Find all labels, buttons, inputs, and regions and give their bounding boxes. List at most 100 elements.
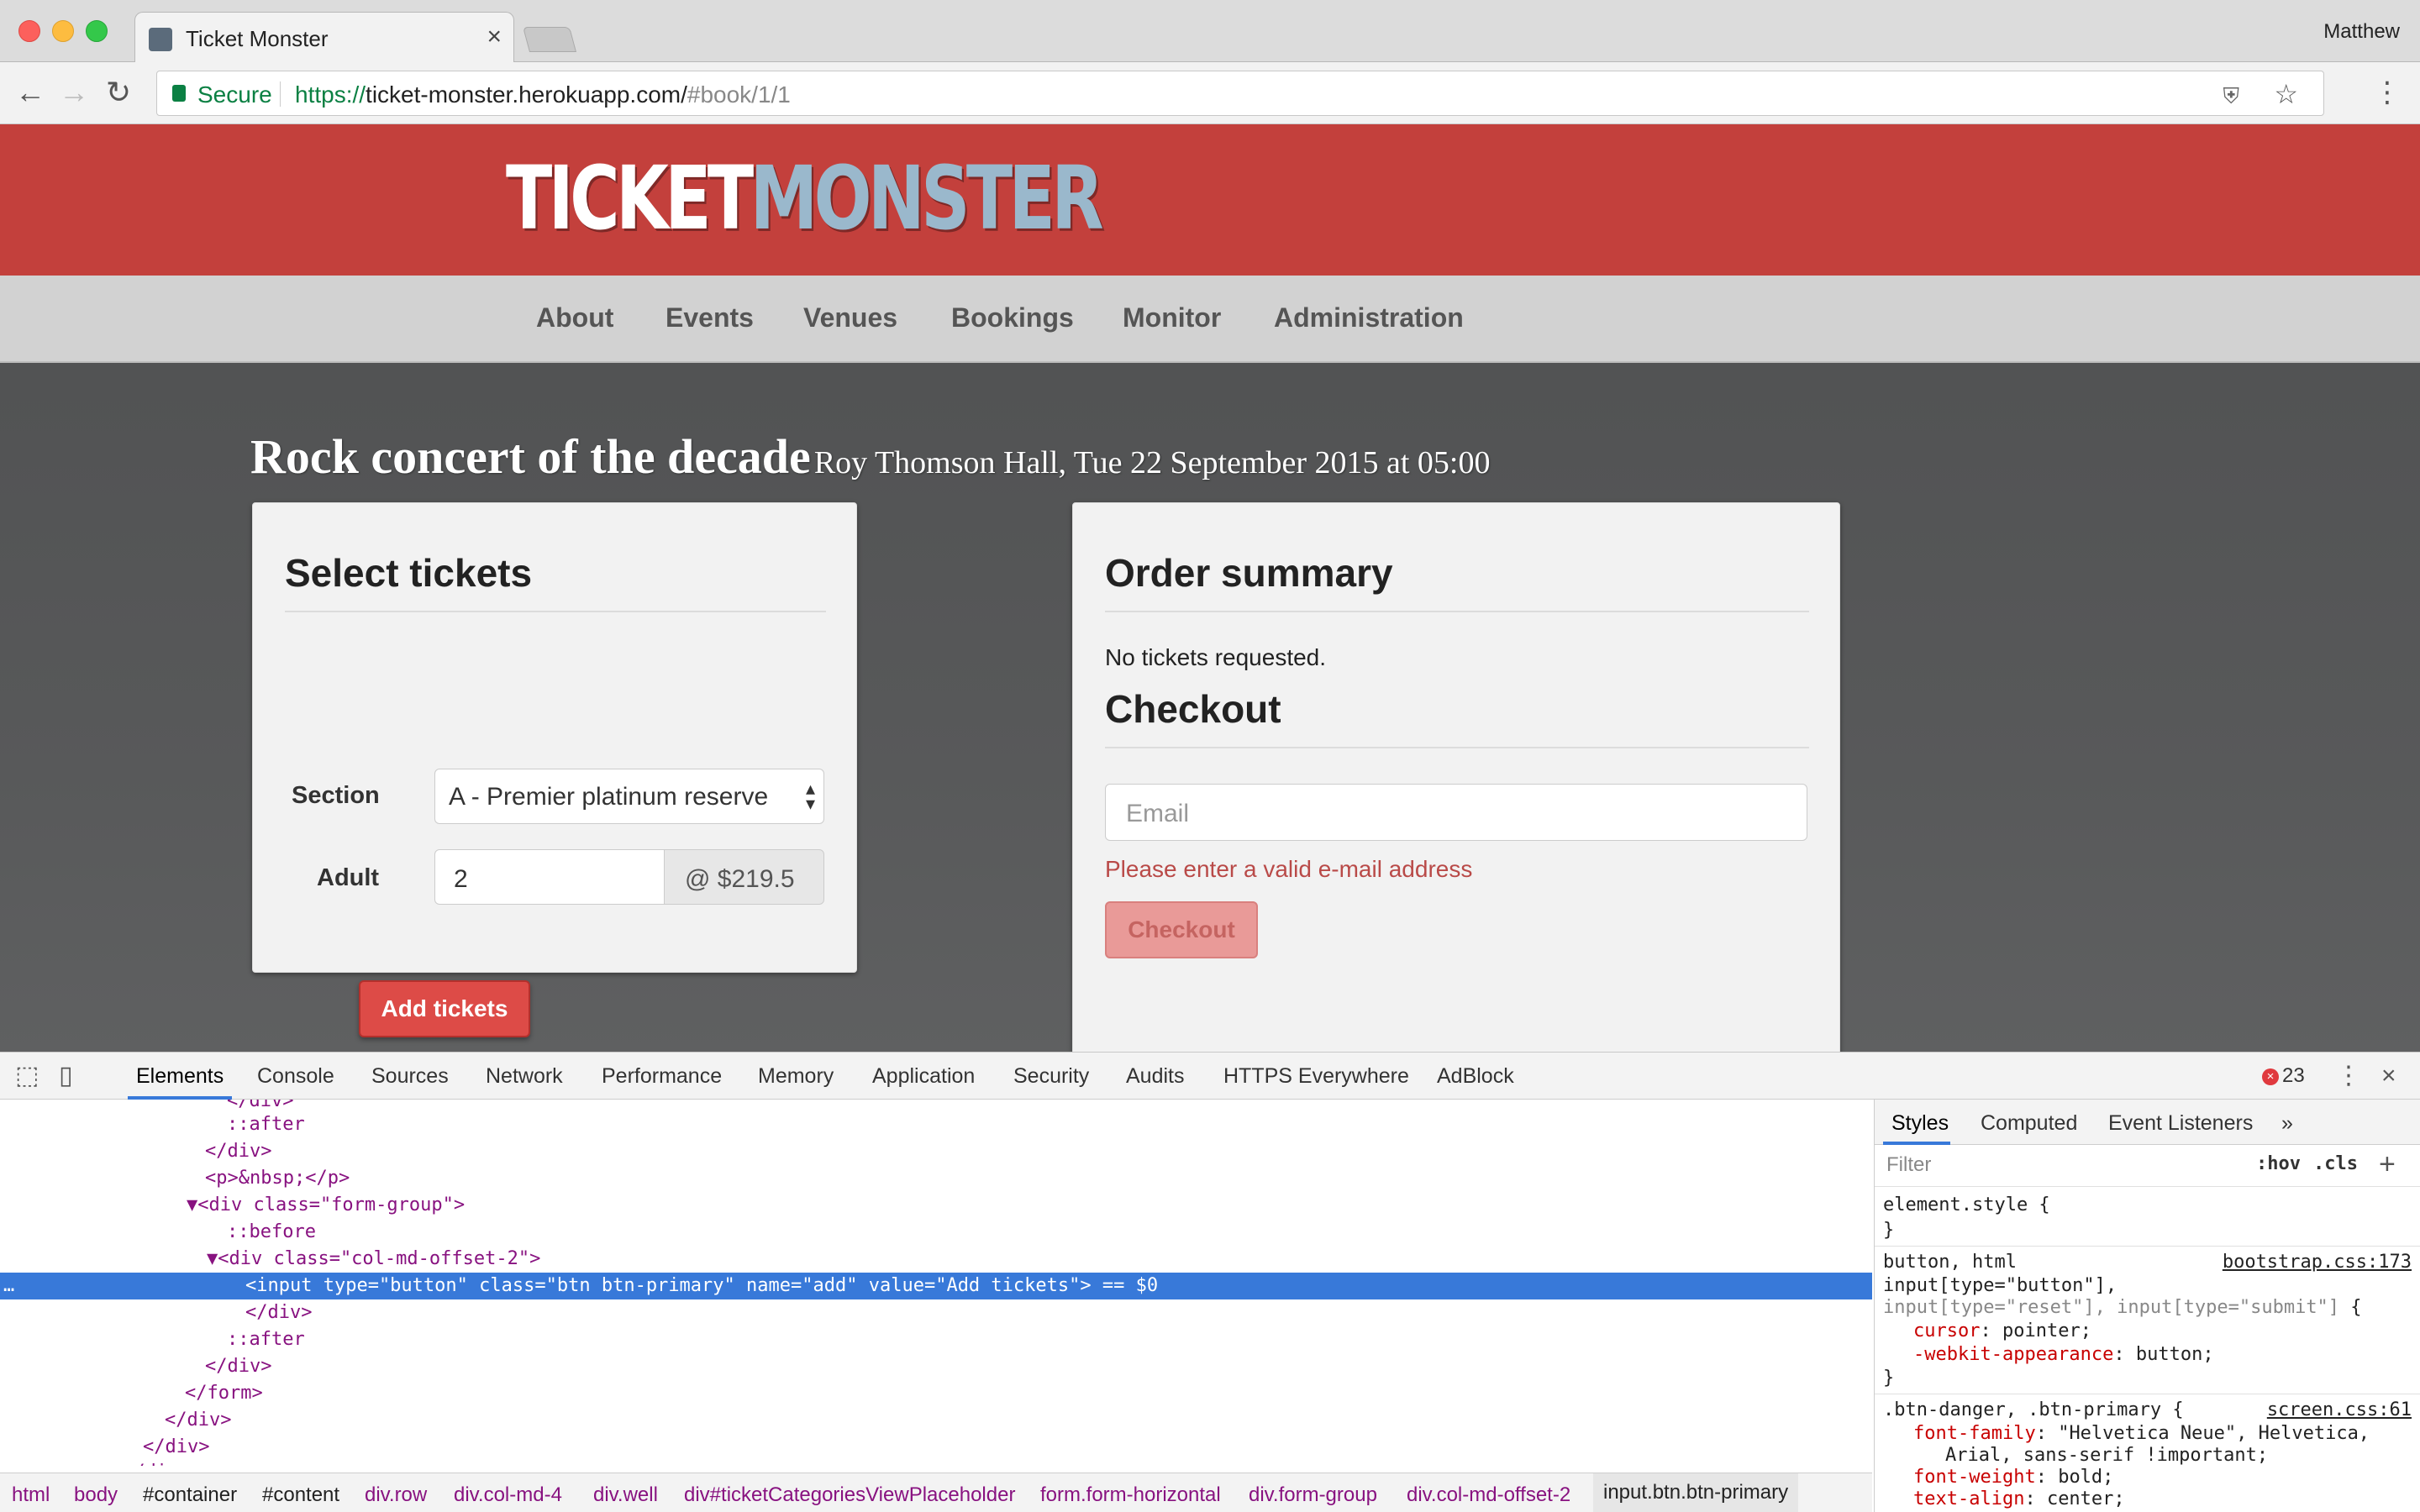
site-logo[interactable]: TICKETMONSTER <box>506 147 1104 249</box>
prop-name: text-align <box>1913 1488 2025 1509</box>
address-bar[interactable]: Secure https://ticket-monster.herokuapp.… <box>156 71 2324 116</box>
breadcrumb-item[interactable]: div.col-md-offset-2 <box>1407 1483 1570 1507</box>
error-count-badge[interactable]: × 23 <box>2262 1064 2305 1088</box>
rule1-prop-cursor[interactable]: cursor: pointer; <box>1913 1320 2091 1343</box>
rule2-selector[interactable]: .btn-danger, .btn-primary { <box>1883 1399 2184 1422</box>
tab-elements[interactable]: Elements <box>136 1064 224 1089</box>
browser-menu-icon[interactable]: ⋮ <box>2373 76 2402 109</box>
nav-about[interactable]: About <box>536 302 613 333</box>
dom-pseudo[interactable]: ::after <box>0 1111 1872 1138</box>
inspect-element-icon[interactable]: ⬚ <box>15 1063 39 1089</box>
breadcrumb-item[interactable]: div#ticketCategoriesViewPlaceholder <box>684 1483 1015 1507</box>
tab-adblock[interactable]: AdBlock <box>1437 1064 1514 1089</box>
add-rule-icon[interactable]: + <box>2379 1148 2396 1181</box>
tab-https-everywhere[interactable]: HTTPS Everywhere <box>1223 1064 1409 1089</box>
tab-application[interactable]: Application <box>872 1064 975 1089</box>
breadcrumb-item[interactable]: body <box>74 1483 118 1507</box>
nav-bookings[interactable]: Bookings <box>951 302 1074 333</box>
element-style-selector[interactable]: element.style { <box>1883 1194 2050 1217</box>
forward-arrow-icon[interactable]: → <box>59 76 89 109</box>
breadcrumb-item[interactable]: div.row <box>365 1483 427 1507</box>
rule1-selector-2: input[type="button"], <box>1883 1275 2118 1296</box>
dom-node[interactable]: ▼<div class="form-group"> <box>0 1192 1872 1219</box>
browser-toolbar: ← → ↻ Secure https://ticket-monster.hero… <box>0 62 2420 124</box>
cls-toggle[interactable]: .cls <box>2313 1153 2358 1174</box>
dom-node[interactable]: </div> <box>0 1434 1872 1461</box>
tab-computed[interactable]: Computed <box>1981 1111 2077 1136</box>
dom-node[interactable]: </div> <box>0 1407 1872 1434</box>
dom-node[interactable]: </div> <box>0 1459 1872 1466</box>
dom-pseudo[interactable]: ::after <box>0 1326 1872 1353</box>
prop-name: font-weight <box>1913 1467 2036 1488</box>
dom-node[interactable]: </div> <box>0 1299 1872 1326</box>
rule1-source-link[interactable]: bootstrap.css:173 <box>2223 1251 2412 1274</box>
rule2-source-link[interactable]: screen.css:61 <box>2267 1399 2412 1422</box>
nav-monitor[interactable]: Monitor <box>1123 302 1221 333</box>
breadcrumb-item-current[interactable]: input.btn.btn-primary <box>1593 1473 1799 1512</box>
breadcrumb-item[interactable]: #content <box>262 1483 339 1507</box>
dom-node-selected[interactable]: <input type="button" class="btn btn-prim… <box>0 1273 1872 1299</box>
adult-quantity-input[interactable]: 2 <box>434 849 665 905</box>
breadcrumb-item[interactable]: div.well <box>593 1483 658 1507</box>
minimize-window-button[interactable] <box>52 20 74 42</box>
tab-event-listeners[interactable]: Event Listeners <box>2108 1111 2253 1136</box>
hov-toggle[interactable]: :hov <box>2256 1153 2301 1174</box>
devtools-close-icon[interactable]: × <box>2381 1063 2396 1089</box>
bookmark-star-icon[interactable]: ☆ <box>2274 78 2298 110</box>
add-tickets-button[interactable]: Add tickets <box>359 980 530 1037</box>
styles-filter-input[interactable]: Filter <box>1886 1153 1931 1177</box>
dom-node[interactable]: <p>&nbsp;</p> <box>0 1165 1872 1192</box>
rule1-prop-appearance[interactable]: -webkit-appearance: button; <box>1913 1343 2214 1367</box>
breadcrumb-item[interactable]: div.form-group <box>1249 1483 1377 1507</box>
breadcrumb-item[interactable]: #container <box>143 1483 237 1507</box>
dom-node[interactable]: </form> <box>0 1380 1872 1407</box>
rule2-prop-font-family[interactable]: font-family: "Helvetica Neue", Helvetica… <box>1913 1422 2370 1446</box>
tab-security[interactable]: Security <box>1013 1064 1089 1089</box>
rule2-prop-font-weight[interactable]: font-weight: bold; <box>1913 1466 2113 1489</box>
dom-node[interactable]: </div> <box>0 1353 1872 1380</box>
rule2-prop-font-family-cont: Arial, sans-serif !important; <box>1945 1445 2269 1466</box>
tab-performance[interactable]: Performance <box>602 1064 722 1089</box>
tab-audits[interactable]: Audits <box>1126 1064 1184 1089</box>
back-arrow-icon[interactable]: ← <box>15 76 45 109</box>
dom-pseudo[interactable]: ::before <box>0 1219 1872 1246</box>
maximize-window-button[interactable] <box>86 20 108 42</box>
styles-tabbar: Styles Computed Event Listeners » <box>1875 1100 2420 1145</box>
tab-styles[interactable]: Styles <box>1891 1111 1949 1136</box>
site-header: TICKETMONSTER <box>0 124 2420 276</box>
browser-tab[interactable]: Ticket Monster × <box>134 12 514 64</box>
tab-console[interactable]: Console <box>257 1064 334 1089</box>
section-select[interactable]: A - Premier platinum reserve ▴ ▾ <box>434 769 824 824</box>
close-window-button[interactable] <box>18 20 40 42</box>
tab-memory[interactable]: Memory <box>758 1064 834 1089</box>
profile-name[interactable]: Matthew <box>2323 20 2400 44</box>
rule2-prop-text-align[interactable]: text-align: center; <box>1913 1488 2125 1511</box>
reload-icon[interactable]: ↻ <box>106 76 131 109</box>
url-text[interactable]: https://ticket-monster.herokuapp.com/#bo… <box>295 81 791 108</box>
device-toolbar-icon[interactable]: ▯ <box>59 1063 73 1089</box>
dom-node[interactable]: </div> <box>0 1138 1872 1165</box>
nav-venues[interactable]: Venues <box>803 302 897 333</box>
more-actions-icon[interactable]: … <box>3 1273 14 1299</box>
dom-node[interactable]: ▼<div class="col-md-offset-2"> <box>0 1246 1872 1273</box>
prop-value: : button; <box>2113 1344 2214 1365</box>
rule1-selector[interactable]: button, html <box>1883 1251 2017 1274</box>
select-tickets-heading: Select tickets <box>285 551 533 595</box>
tab-network[interactable]: Network <box>486 1064 563 1089</box>
nav-events[interactable]: Events <box>666 302 754 333</box>
email-field[interactable]: Email <box>1105 784 1807 841</box>
devtools-menu-icon[interactable]: ⋮ <box>2336 1063 2361 1089</box>
email-error-text: Please enter a valid e-mail address <box>1105 856 1473 882</box>
tab-sources[interactable]: Sources <box>371 1064 449 1089</box>
more-tabs-icon[interactable]: » <box>2281 1111 2293 1136</box>
checkout-button[interactable]: Checkout <box>1105 901 1258 958</box>
breadcrumb-item[interactable]: html <box>12 1483 50 1507</box>
nav-administration[interactable]: Administration <box>1274 302 1464 333</box>
https-everywhere-icon[interactable]: ⛨ <box>2223 83 2239 110</box>
breadcrumb-item[interactable]: div.col-md-4 <box>454 1483 562 1507</box>
new-tab-button[interactable] <box>522 27 577 52</box>
breadcrumb-item[interactable]: form.form-horizontal <box>1040 1483 1221 1507</box>
logo-monster: MONSTER <box>750 147 1104 249</box>
tab-close-icon[interactable]: × <box>487 23 502 51</box>
error-count: 23 <box>2282 1064 2305 1087</box>
